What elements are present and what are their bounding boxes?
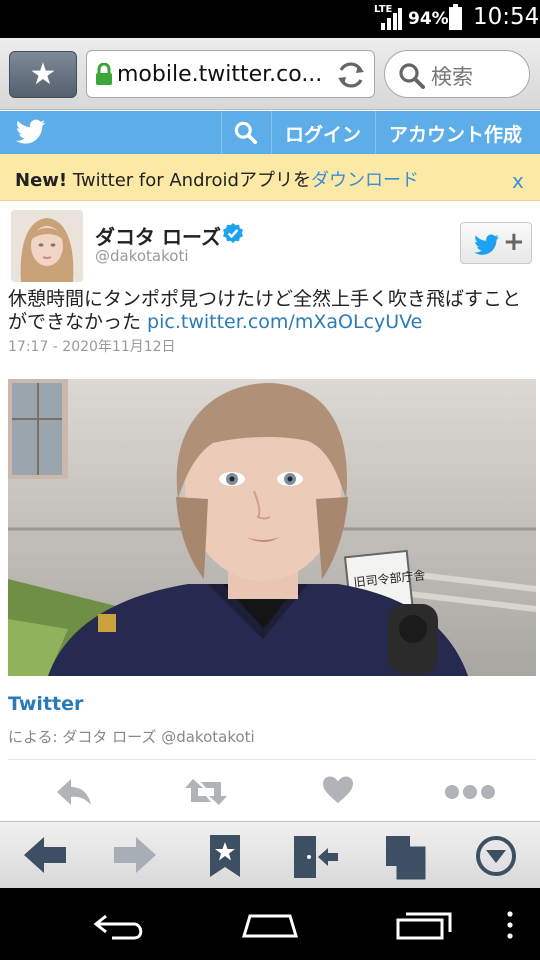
banner-message: Twitter for Androidアプリを — [67, 170, 311, 191]
twitter-search-icon[interactable] — [234, 121, 258, 145]
back-arrow-icon[interactable] — [22, 834, 68, 876]
search-placeholder: 検索 — [431, 65, 473, 89]
divider — [8, 759, 536, 760]
twitter-header: ログイン アカウント作成 — [0, 111, 540, 154]
login-link[interactable]: ログイン — [285, 120, 361, 147]
tweet-timestamp[interactable]: 17:17 - 2020年11月12日 — [8, 336, 176, 356]
tweet-text: 休憩時間にタンポポ見つけたけど全然上手く吹き飛ばすことができなかった pic.t… — [8, 288, 534, 334]
url-text: mobile.twitter.co... — [117, 62, 323, 87]
banner-download-link[interactable]: ダウンロード — [311, 170, 419, 191]
signal-icon — [381, 8, 402, 30]
card-by-prefix: による: — [8, 728, 58, 746]
bookmarks-icon[interactable] — [208, 834, 242, 878]
tweet-media-link[interactable]: pic.twitter.com/mXaOLcyUVe — [147, 311, 422, 333]
twitter-bird-icon[interactable] — [16, 119, 46, 145]
verified-badge-icon — [223, 223, 243, 243]
card-by-name: ダコタ ローズ — [62, 728, 157, 746]
reload-icon[interactable] — [335, 59, 367, 91]
twitter-bird-icon — [474, 234, 499, 255]
search-icon — [399, 63, 425, 89]
system-back-icon[interactable] — [92, 910, 148, 940]
more-icon[interactable] — [444, 775, 496, 809]
card-by-handle: @dakotakoti — [161, 728, 255, 746]
banner-close-button[interactable]: x — [512, 169, 524, 193]
user-handle[interactable]: @dakotakoti — [95, 247, 189, 265]
follow-plus: + — [503, 227, 525, 257]
system-home-icon[interactable] — [240, 910, 300, 940]
bookmark-button[interactable]: ★ — [9, 51, 77, 98]
like-icon[interactable] — [322, 775, 354, 805]
star-icon: ★ — [29, 57, 57, 92]
browser-bottom-bar — [0, 821, 540, 888]
card-title[interactable]: Twitter — [8, 693, 83, 715]
menu-dropdown-icon[interactable] — [474, 834, 518, 878]
exit-icon[interactable] — [292, 834, 340, 880]
battery-icon — [449, 4, 462, 30]
tweet-photo[interactable]: 旧司令部庁舎 — [8, 379, 536, 676]
tabs-icon[interactable] — [384, 834, 426, 880]
signup-link[interactable]: アカウント作成 — [389, 120, 522, 147]
forward-arrow-icon[interactable] — [112, 834, 158, 876]
lock-icon — [96, 63, 112, 85]
card-attribution: による: ダコタ ローズ @dakotakoti — [8, 726, 255, 747]
battery-percent: 94% — [408, 9, 449, 29]
status-bar: LTE 94% 10:54 — [0, 0, 540, 38]
banner-text: New! Twitter for Androidアプリをダウンロード — [15, 166, 419, 192]
display-name[interactable]: ダコタ ローズ — [95, 221, 221, 250]
browser-search-box[interactable]: 検索 — [384, 50, 530, 98]
clock: 10:54 — [473, 4, 540, 30]
follow-button[interactable]: + — [460, 222, 532, 264]
address-bar[interactable]: mobile.twitter.co... — [86, 50, 375, 98]
reply-icon[interactable] — [55, 775, 93, 809]
system-navigation-bar — [0, 888, 540, 960]
system-overflow-icon[interactable] — [505, 910, 515, 940]
avatar[interactable] — [11, 210, 83, 282]
app-download-banner: New! Twitter for Androidアプリをダウンロード x — [0, 154, 540, 201]
banner-new-label: New! — [15, 170, 68, 191]
retweet-icon[interactable] — [183, 775, 229, 809]
system-recents-icon[interactable] — [396, 910, 452, 940]
browser-toolbar: ★ mobile.twitter.co... 検索 — [0, 38, 540, 110]
